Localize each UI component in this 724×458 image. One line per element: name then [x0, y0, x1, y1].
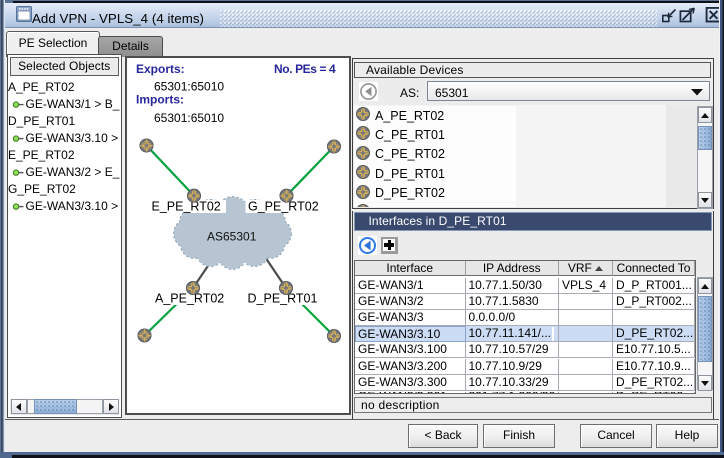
svg-text:Imports:: Imports: — [136, 93, 184, 107]
svg-text:65301:65010: 65301:65010 — [154, 111, 224, 125]
svg-text:Exports:: Exports: — [136, 62, 185, 76]
svg-text:AS65301: AS65301 — [207, 230, 257, 244]
svg-text:No. PEs = 4: No. PEs = 4 — [274, 62, 336, 76]
svg-text:65301:65010: 65301:65010 — [154, 80, 224, 94]
svg-text:E_PE_RT02: E_PE_RT02 — [152, 200, 221, 214]
